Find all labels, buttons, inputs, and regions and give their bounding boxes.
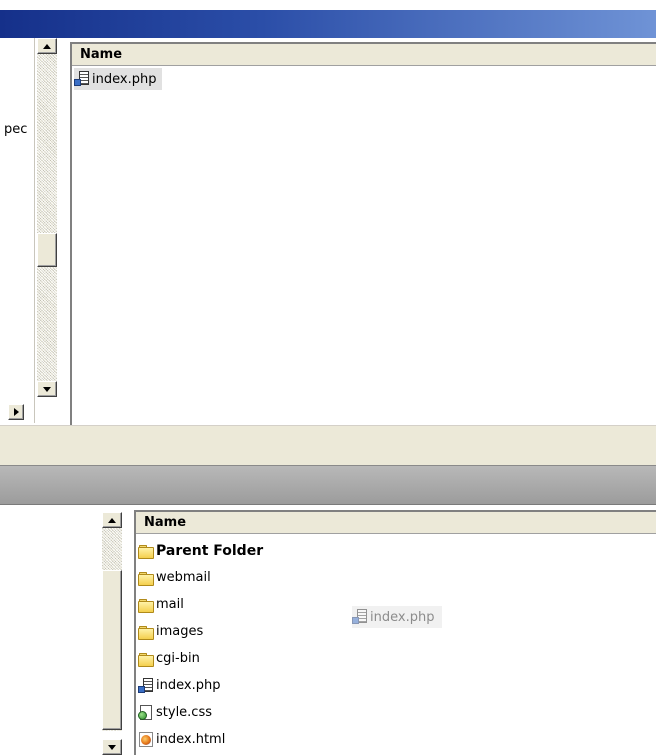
list-item-label: index.html xyxy=(156,732,226,747)
arrow-right-icon xyxy=(13,408,19,416)
folder-icon xyxy=(138,570,154,586)
list-item-label: style.css xyxy=(156,705,212,720)
scroll-down-button[interactable] xyxy=(102,739,122,755)
remote-file-list[interactable]: Name index.php xyxy=(70,42,656,425)
local-file-list[interactable]: Name Parent Folder webmail mail images c… xyxy=(134,510,656,755)
arrow-up-icon xyxy=(108,517,116,523)
scroll-up-button[interactable] xyxy=(37,38,57,54)
window-title-bar[interactable] xyxy=(0,10,656,38)
scroll-right-button[interactable] xyxy=(8,404,24,420)
list-item-index-html[interactable]: index.html xyxy=(138,726,656,753)
tree-vertical-scrollbar[interactable] xyxy=(34,38,63,423)
drag-ghost-label: index.php xyxy=(370,609,435,625)
name-column-header[interactable]: Name xyxy=(136,512,656,534)
list-item-label: index.php xyxy=(156,678,221,693)
php-file-icon xyxy=(352,609,368,625)
folder-icon xyxy=(138,597,154,613)
css-file-icon xyxy=(138,704,154,721)
folder-icon xyxy=(138,543,154,559)
scroll-up-button[interactable] xyxy=(102,512,122,528)
list-item-label: Parent Folder xyxy=(156,542,264,559)
pane-title-bar[interactable] xyxy=(0,465,656,505)
folder-tree-pane[interactable]: pec xyxy=(0,38,34,423)
php-file-icon xyxy=(138,677,154,694)
list-item-label: webmail xyxy=(156,570,211,585)
html-file-icon xyxy=(138,731,154,748)
folder-icon xyxy=(138,624,154,640)
scrollbar-track[interactable] xyxy=(37,54,57,381)
arrow-down-icon xyxy=(43,386,51,392)
scrollbar-thumb[interactable] xyxy=(102,570,122,730)
name-column-header[interactable]: Name xyxy=(72,44,656,66)
scrollbar-thumb[interactable] xyxy=(37,233,57,267)
arrow-up-icon xyxy=(43,43,51,49)
arrow-down-icon xyxy=(108,744,116,750)
drag-ghost-item[interactable]: index.php xyxy=(352,606,443,628)
list-item-index-php[interactable]: index.php xyxy=(74,68,163,90)
status-bar xyxy=(0,425,656,466)
php-file-icon xyxy=(74,71,90,87)
tree-item-label[interactable]: pec xyxy=(4,122,27,137)
bottom-vertical-scrollbar[interactable] xyxy=(100,510,128,755)
list-item-cgi-bin[interactable]: cgi-bin xyxy=(138,645,656,672)
list-item-webmail[interactable]: webmail xyxy=(138,564,656,591)
list-item-label: index.php xyxy=(92,71,157,87)
list-item-label: images xyxy=(156,624,204,639)
list-item-parent-folder[interactable]: Parent Folder xyxy=(138,537,656,564)
list-item-label: cgi-bin xyxy=(156,651,200,666)
list-item-index-php[interactable]: index.php xyxy=(138,672,656,699)
scroll-down-button[interactable] xyxy=(37,381,57,397)
folder-icon xyxy=(138,651,154,667)
list-item-style-css[interactable]: style.css xyxy=(138,699,656,726)
list-item-label: mail xyxy=(156,597,184,612)
